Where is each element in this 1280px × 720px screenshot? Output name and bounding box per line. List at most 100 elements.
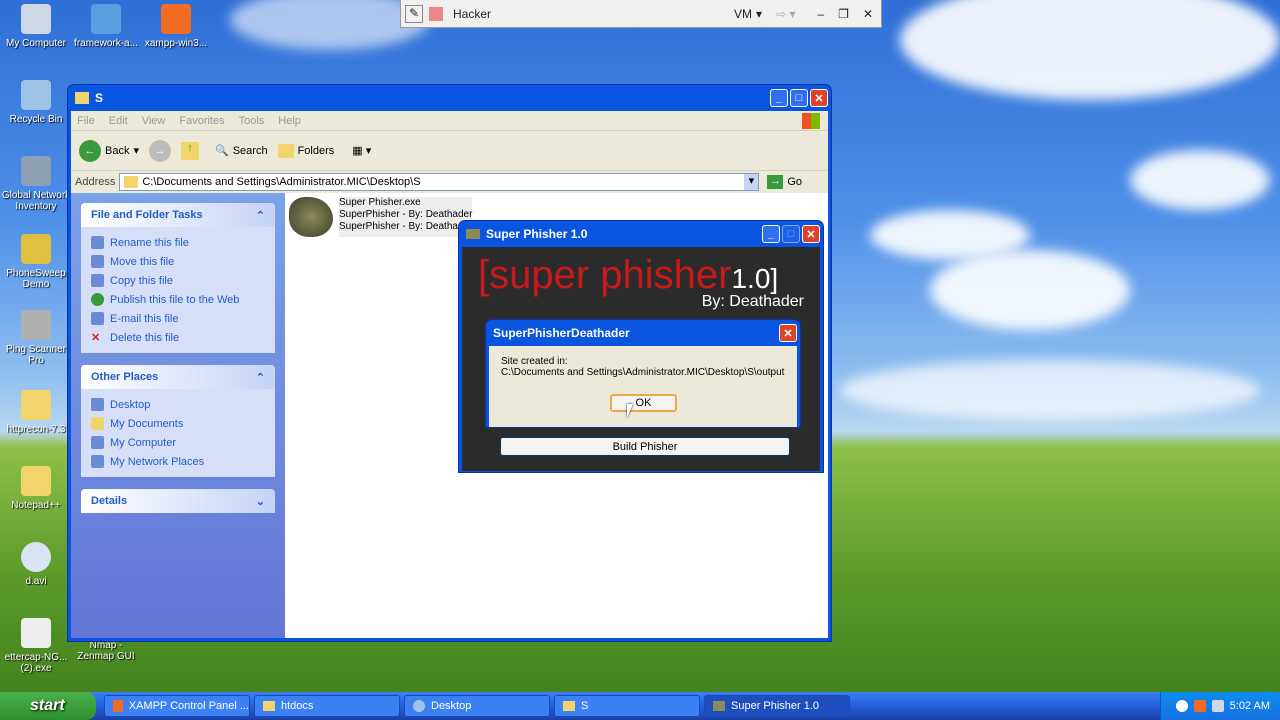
task-super-phisher[interactable]: Super Phisher 1.0	[704, 695, 850, 717]
desktop-icon-nmap[interactable]: Nmap - Zenmap GUI	[70, 640, 142, 662]
minimize-button[interactable]: _	[762, 225, 780, 243]
address-input[interactable]: C:\Documents and Settings\Administrator.…	[119, 173, 760, 191]
menu-edit[interactable]: Edit	[109, 115, 128, 127]
fish-icon	[289, 197, 333, 237]
desktop-icon-ping-scanner[interactable]: Ping Scanner Pro	[0, 310, 72, 366]
views-button[interactable]: ▦ ▾	[352, 144, 371, 157]
place-my-documents[interactable]: My Documents	[91, 414, 265, 433]
task-rename[interactable]: Rename this file	[91, 233, 265, 252]
folders-button[interactable]: Folders	[277, 143, 334, 158]
task-pane: File and Folder Tasks ⌃ Rename this file …	[71, 193, 285, 638]
tray-xampp-icon[interactable]	[1193, 700, 1206, 712]
move-icon	[91, 255, 104, 268]
other-places-header[interactable]: Other Places ⌃	[81, 365, 275, 389]
address-bar: Address C:\Documents and Settings\Admini…	[71, 171, 828, 193]
close-button[interactable]: ✕	[779, 324, 797, 342]
vm-app-icon	[429, 6, 443, 21]
menu-view[interactable]: View	[142, 115, 166, 127]
minimize-icon[interactable]: –	[817, 7, 824, 21]
back-button[interactable]: ← Back ▾	[79, 139, 139, 162]
task-move[interactable]: Move this file	[91, 252, 265, 271]
folder-icon	[563, 701, 575, 711]
desktop-icon-global-network[interactable]: Global Network Inventory	[0, 156, 72, 212]
toolbar: ← Back ▾ → ↑ 🔍 Search Folders ▦ ▾	[71, 131, 828, 171]
maximize-button[interactable]: □	[790, 89, 808, 107]
documents-icon	[91, 417, 104, 430]
build-phisher-button[interactable]: Build Phisher	[500, 437, 790, 456]
menu-favorites[interactable]: Favorites	[179, 115, 224, 127]
chevron-down-icon[interactable]: ▾	[756, 7, 762, 21]
recycle-bin-icon	[21, 80, 51, 110]
task-htdocs[interactable]: htdocs	[254, 695, 400, 717]
desktop-icon-xampp[interactable]: xampp-win3...	[140, 4, 212, 49]
site-created-dialog: SuperPhisherDeathader ✕ Site created in:…	[485, 319, 801, 428]
task-publish[interactable]: Publish this file to the Web	[91, 290, 265, 309]
task-copy[interactable]: Copy this file	[91, 271, 265, 290]
taskbar: start XAMPP Control Panel ... htdocs Des…	[0, 692, 1280, 720]
close-button[interactable]: ✕	[810, 89, 828, 107]
explorer-titlebar[interactable]: S _ □ ✕	[71, 85, 828, 111]
start-button[interactable]: start	[0, 692, 96, 720]
search-button[interactable]: 🔍 Search	[215, 144, 268, 158]
dialog-titlebar[interactable]: SuperPhisherDeathader ✕	[489, 320, 797, 346]
desktop-icon-httprecon[interactable]: httprecon-7.3	[0, 390, 72, 435]
go-button[interactable]: → Go	[767, 175, 802, 189]
xampp-icon	[161, 4, 191, 34]
up-folder-button[interactable]: ↑	[181, 141, 199, 160]
desktop-icon-ettercap[interactable]: ettercap-NG... (2).exe	[0, 618, 72, 674]
dialog-body: Site created in: C:\Documents and Settin…	[489, 346, 797, 427]
task-xampp[interactable]: XAMPP Control Panel ...	[104, 695, 250, 717]
task-delete[interactable]: ✕ Delete this file	[91, 328, 265, 347]
back-arrow-icon: ←	[79, 139, 101, 162]
expand-icon[interactable]: ⌄	[256, 495, 265, 508]
details-header[interactable]: Details ⌄	[81, 489, 275, 513]
tray-network-icon[interactable]	[1211, 700, 1224, 712]
ok-button[interactable]: OK	[610, 394, 677, 412]
xampp-icon	[113, 700, 123, 712]
desktop-icon-d-avi[interactable]: d.avi	[0, 542, 72, 587]
place-my-network[interactable]: My Network Places	[91, 452, 265, 471]
desktop-icon-framework[interactable]: framework-a...	[70, 4, 142, 49]
chevron-down-icon[interactable]: ▾	[744, 174, 759, 190]
maximize-button[interactable]: □	[782, 225, 800, 243]
file-item[interactable]: Super Phisher.exe SuperPhisher - By: Dea…	[289, 197, 473, 237]
close-button[interactable]: ✕	[802, 225, 820, 243]
desktop-icon-notepadpp[interactable]: Notepad++	[0, 466, 72, 511]
collapse-icon[interactable]: ⌃	[256, 371, 265, 384]
menu-help[interactable]: Help	[278, 115, 301, 127]
clock[interactable]: 5:02 AM	[1230, 700, 1270, 712]
restore-icon[interactable]: ❐	[838, 7, 849, 21]
menu-tools[interactable]: Tools	[239, 115, 265, 127]
task-s[interactable]: S	[554, 695, 700, 717]
collapse-icon[interactable]: ⌃	[256, 209, 265, 222]
place-my-computer[interactable]: My Computer	[91, 433, 265, 452]
place-desktop[interactable]: Desktop	[91, 395, 265, 414]
forward-button[interactable]: →	[149, 139, 171, 162]
close-icon[interactable]: ✕	[863, 7, 873, 21]
tray-arrow-icon[interactable]	[1175, 700, 1188, 712]
vm-menu[interactable]: VM	[734, 7, 752, 21]
task-email[interactable]: E-mail this file	[91, 309, 265, 328]
network-inventory-icon	[21, 156, 51, 186]
fish-icon	[713, 701, 725, 711]
menu-file[interactable]: File	[77, 115, 95, 127]
desktop-icon-recycle-bin[interactable]: Recycle Bin	[0, 80, 72, 125]
minimize-button[interactable]: _	[770, 89, 788, 107]
folder-icon	[21, 390, 51, 420]
desktop-icon	[91, 398, 104, 411]
phonesweep-icon	[21, 234, 51, 264]
task-desktop[interactable]: Desktop	[404, 695, 550, 717]
folder-icon	[124, 176, 139, 188]
send-keys-icon[interactable]: ⇨ ▾	[776, 7, 795, 21]
folders-icon	[277, 143, 294, 158]
rename-icon	[91, 236, 104, 249]
file-tasks-header[interactable]: File and Folder Tasks ⌃	[81, 203, 275, 227]
pin-icon[interactable]: ✎	[405, 4, 423, 23]
desktop-icon-phonesweep[interactable]: PhoneSweep Demo	[0, 234, 72, 290]
menu-bar: File Edit View Favorites Tools Help	[71, 111, 828, 131]
vm-control-bar: ✎ Hacker VM ▾ ⇨ ▾ – ❐ ✕	[400, 0, 882, 28]
vm-title: Hacker	[453, 6, 492, 21]
other-places-panel: Other Places ⌃ Desktop My Documents My Co…	[81, 365, 275, 477]
desktop-icon-my-computer[interactable]: My Computer	[0, 4, 72, 49]
phisher-titlebar[interactable]: Super Phisher 1.0 _ □ ✕	[462, 221, 820, 247]
